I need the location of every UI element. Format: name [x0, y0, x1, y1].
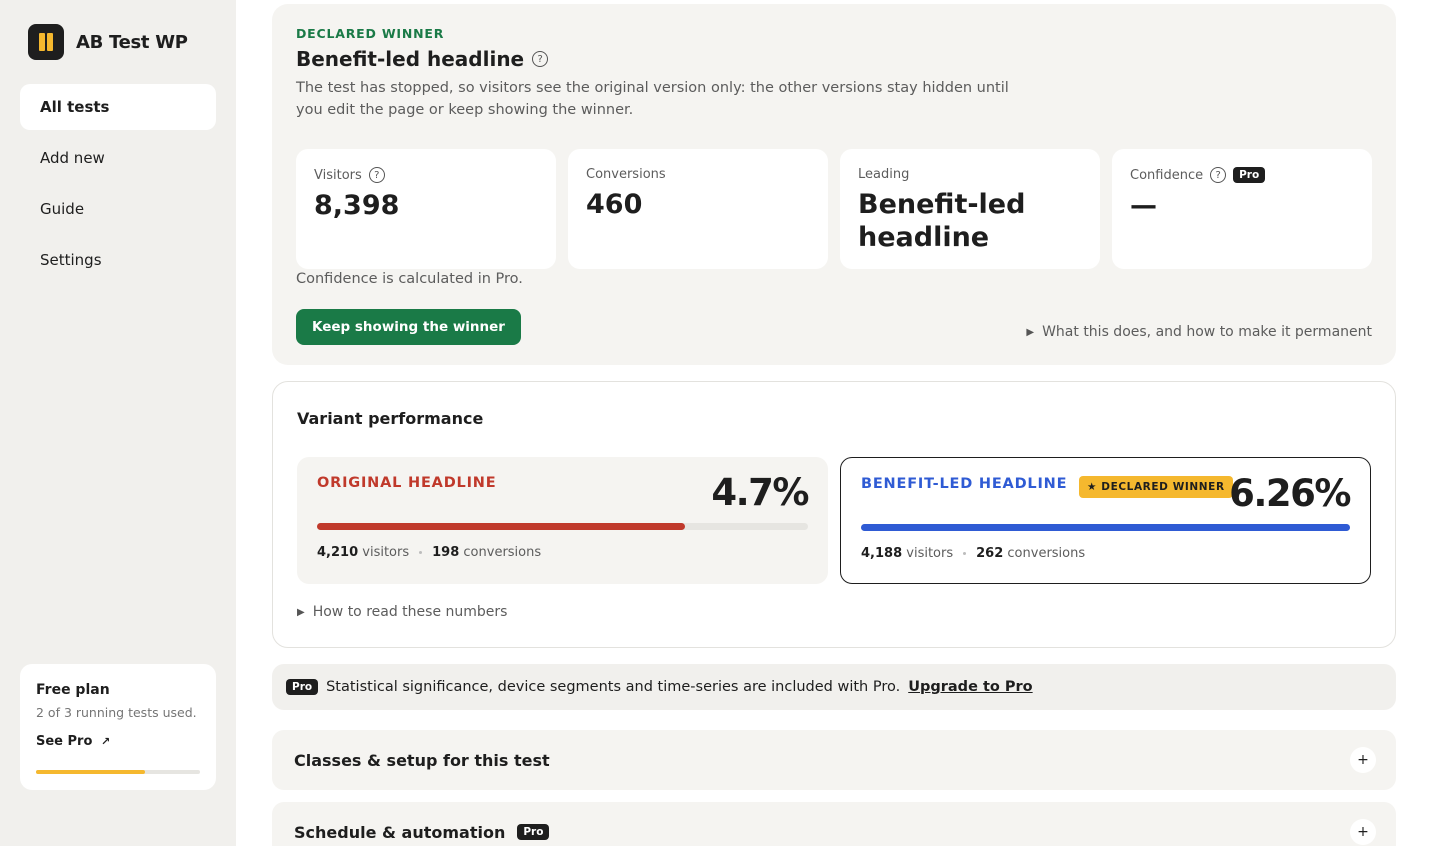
accordion-schedule-automation[interactable]: Schedule & automation Pro + — [272, 802, 1396, 846]
arrow-up-right-icon: ↗ — [100, 735, 111, 748]
variant-bar — [317, 523, 808, 530]
stat-leading-value: Benefit-led headline — [858, 189, 1026, 253]
plan-title: Free plan — [36, 682, 110, 698]
stat-conversions: Conversions 460 — [568, 149, 828, 269]
pro-upsell-banner: Pro Statistical significance, device seg… — [272, 664, 1396, 710]
plan-usage-fill — [36, 770, 146, 774]
declared-winner-card: DECLARED WINNER Benefit-led headline ? T… — [272, 4, 1396, 365]
perf-disclosure-label: How to read these numbers — [312, 604, 508, 620]
see-pro-label: See Pro — [36, 734, 93, 749]
triangle-right-icon: ▶ — [297, 606, 305, 618]
variant-performance-card: Variant performance ORIGINAL HEADLINE 4.… — [272, 381, 1396, 648]
pro-banner-text: Statistical significance, device segment… — [326, 679, 901, 695]
plus-icon[interactable]: + — [1350, 819, 1376, 845]
winner-description: The test has stopped, so visitors see th… — [296, 80, 1009, 118]
separator-dot — [963, 552, 967, 555]
stat-label: Visitors ? — [314, 167, 538, 183]
pro-badge: Pro — [1233, 167, 1266, 183]
sidebar: AB Test WP All tests Add new Guide Setti… — [0, 0, 236, 846]
variant-conversions: 198 conversions — [432, 545, 542, 560]
app-name: AB Test WP — [76, 31, 188, 53]
keep-showing-winner-button[interactable]: Keep showing the winner — [296, 309, 521, 345]
winner-eyebrow: DECLARED WINNER — [296, 26, 445, 41]
variant-bar-fill — [317, 523, 686, 530]
winner-disclosure-label: What this does, and how to make it perma… — [1042, 324, 1372, 340]
variant-performance-title: Variant performance — [297, 409, 484, 428]
variant-visitors: 4,188 visitors — [861, 546, 954, 561]
brand[interactable]: AB Test WP — [28, 24, 188, 60]
stat-visitors-value: 8,398 — [314, 190, 400, 221]
sidebar-item-add-new[interactable]: Add new — [20, 135, 216, 181]
accordion-title: Schedule & automation — [294, 822, 506, 842]
triangle-right-icon: ▶ — [1026, 326, 1035, 338]
variant-benefit-led: BENEFIT-LED HEADLINE ★ DECLARED WINNER 6… — [840, 457, 1371, 584]
app-logo-icon — [28, 24, 64, 60]
plan-card: Free plan 2 of 3 running tests used. See… — [20, 664, 216, 790]
pro-badge: Pro — [286, 679, 319, 695]
sidebar-nav: All tests Add new Guide Settings — [20, 84, 216, 288]
sidebar-item-guide[interactable]: Guide — [20, 186, 216, 232]
plan-usage-bar — [36, 770, 200, 774]
winner-title-text: Benefit-led headline — [296, 47, 525, 71]
variant-bar-fill — [861, 524, 1350, 531]
sidebar-item-settings[interactable]: Settings — [20, 237, 216, 283]
plus-icon[interactable]: + — [1350, 747, 1376, 773]
stat-visitors: Visitors ? 8,398 — [296, 149, 556, 269]
stat-label: Confidence ? Pro — [1130, 167, 1354, 183]
accordion-title: Classes & setup for this test — [294, 750, 550, 770]
stat-confidence-label: Confidence — [1130, 167, 1204, 183]
winner-disclosure[interactable]: ▶ What this does, and how to make it per… — [1026, 324, 1372, 340]
winner-title: Benefit-led headline ? — [296, 47, 1372, 71]
declared-winner-badge: ★ DECLARED WINNER — [1079, 476, 1233, 498]
accordion-classes-setup[interactable]: Classes & setup for this test + — [272, 730, 1396, 790]
help-icon[interactable]: ? — [532, 51, 549, 67]
variant-meta: 4,210 visitors 198 conversions — [317, 545, 541, 560]
help-icon[interactable]: ? — [1210, 167, 1227, 183]
pro-badge: Pro — [517, 824, 550, 840]
variant-rate: 4.7% — [711, 471, 809, 514]
stat-leading-label: Leading — [858, 167, 910, 182]
stat-conversions-label: Conversions — [586, 167, 666, 182]
upgrade-to-pro-link[interactable]: Upgrade to Pro — [908, 679, 1032, 695]
stat-confidence-value: — — [1130, 190, 1157, 221]
variant-visitors: 4,210 visitors — [317, 545, 410, 560]
variant-rate: 6.26% — [1229, 472, 1351, 515]
variant-original: ORIGINAL HEADLINE 4.7% 4,210 visitors 19… — [297, 457, 828, 584]
stat-visitors-label: Visitors — [314, 167, 362, 183]
confidence-note: Confidence is calculated in Pro. — [296, 271, 523, 287]
perf-disclosure[interactable]: ▶ How to read these numbers — [297, 604, 507, 620]
stat-leading: Leading Benefit-led headline — [840, 149, 1100, 269]
sidebar-item-all-tests[interactable]: All tests — [20, 84, 216, 130]
plan-usage: 2 of 3 running tests used. — [36, 705, 197, 720]
stats-row: Visitors ? 8,398 Conversions 460 Leading… — [296, 149, 1372, 269]
variant-conversions: 262 conversions — [976, 546, 1086, 561]
help-icon[interactable]: ? — [368, 167, 385, 183]
stat-conversions-value: 460 — [586, 189, 643, 220]
see-pro-link[interactable]: See Pro ↗ — [36, 734, 110, 749]
separator-dot — [419, 551, 423, 554]
variant-meta: 4,188 visitors 262 conversions — [861, 546, 1085, 561]
stat-confidence: Confidence ? Pro — — [1112, 149, 1372, 269]
variant-bar — [861, 524, 1350, 531]
